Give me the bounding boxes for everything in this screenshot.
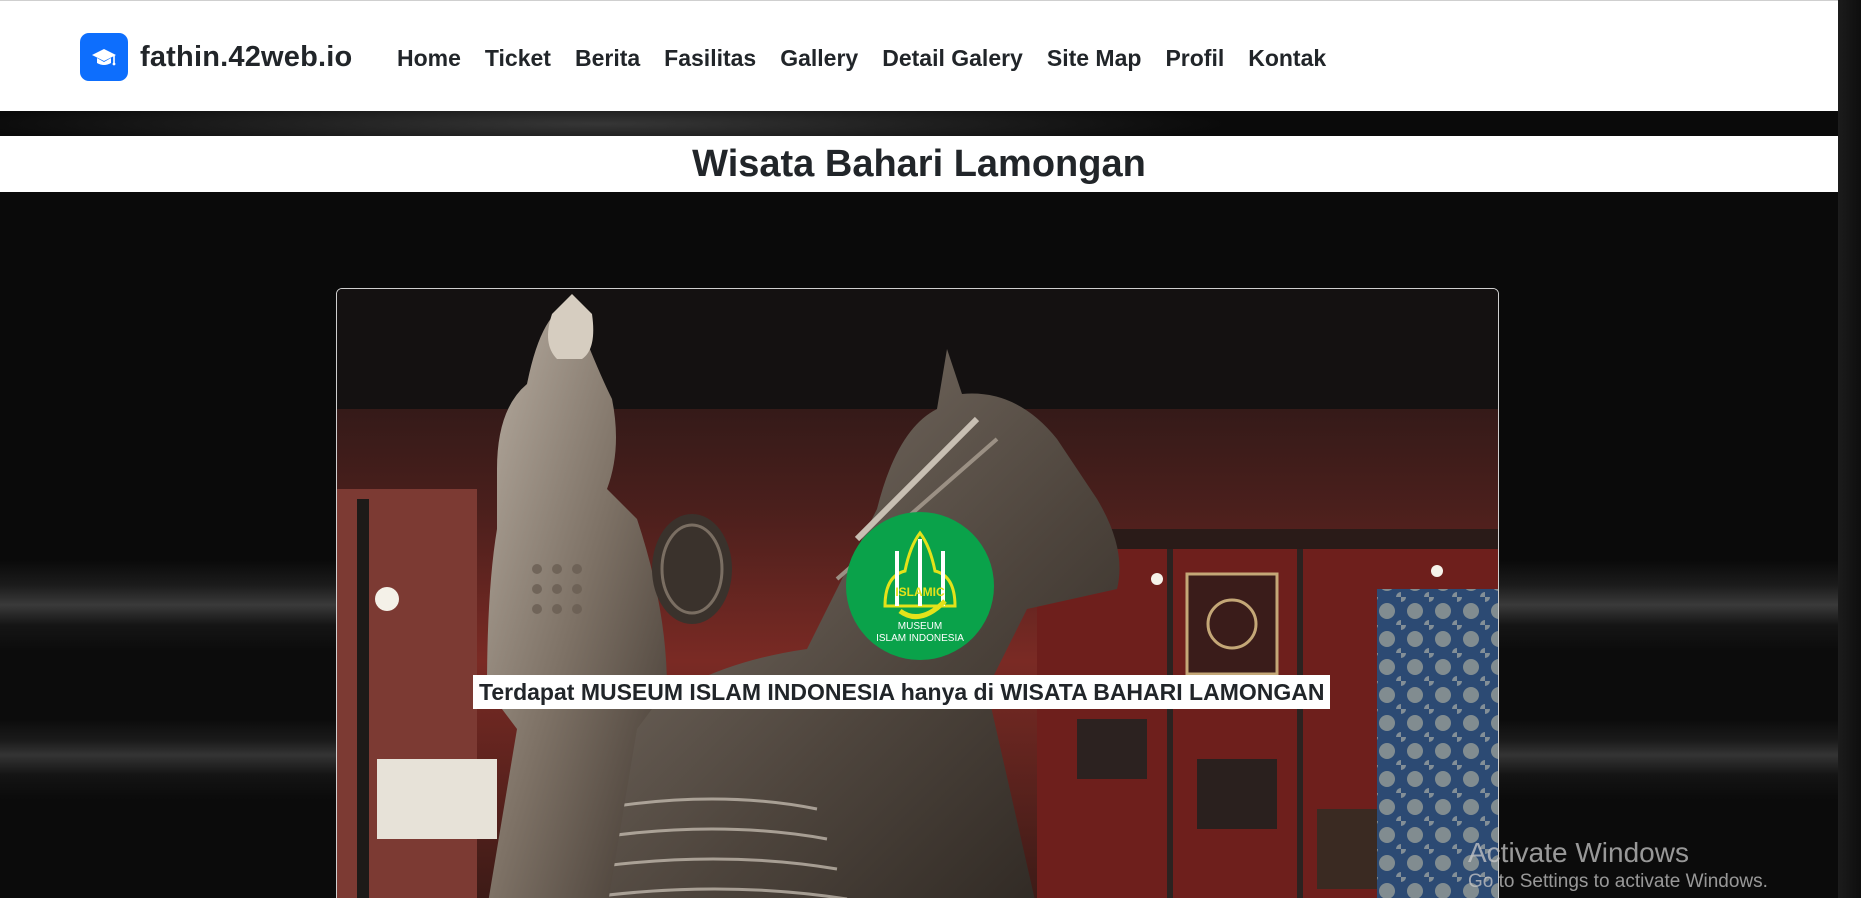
logo-islamic-text: ISLAMIC — [895, 585, 945, 599]
nav-link-ticket[interactable]: Ticket — [485, 45, 551, 72]
brand[interactable]: fathin.42web.io — [80, 33, 352, 81]
graduation-cap-icon — [80, 33, 128, 81]
hero-card: ISLAMIC MUSEUM ISLAM INDONESIA Terdapat … — [336, 288, 1499, 898]
nav-link-profil[interactable]: Profil — [1165, 45, 1224, 72]
nav-links: Home Ticket Berita Fasilitas Gallery Det… — [397, 41, 1350, 75]
nav-link-berita[interactable]: Berita — [575, 45, 640, 72]
title-strip: Wisata Bahari Lamongan — [0, 136, 1838, 192]
nav-link-detail-galery[interactable]: Detail Galery — [882, 45, 1023, 72]
brand-name[interactable]: fathin.42web.io — [140, 41, 352, 74]
scroll-gutter — [1838, 0, 1861, 898]
windows-activation-watermark: Activate Windows Go to Settings to activ… — [1468, 836, 1768, 894]
hero-caption: Terdapat MUSEUM ISLAM INDONESIA hanya di… — [473, 675, 1331, 709]
nav-link-gallery[interactable]: Gallery — [780, 45, 858, 72]
logo-museum-text: MUSEUM — [898, 621, 942, 632]
nav-link-site-map[interactable]: Site Map — [1047, 45, 1142, 72]
nav-link-fasilitas[interactable]: Fasilitas — [664, 45, 756, 72]
logo-islam-indonesia-text: ISLAM INDONESIA — [876, 633, 964, 644]
museum-logo: ISLAMIC MUSEUM ISLAM INDONESIA — [846, 512, 994, 660]
nav-link-kontak[interactable]: Kontak — [1248, 45, 1326, 72]
navbar: fathin.42web.io Home Ticket Berita Fasil… — [0, 0, 1838, 111]
watermark-subtitle: Go to Settings to activate Windows. — [1468, 871, 1768, 892]
watermark-title: Activate Windows — [1468, 837, 1689, 868]
nav-link-home[interactable]: Home — [397, 45, 461, 72]
page-title: Wisata Bahari Lamongan — [692, 143, 1146, 185]
